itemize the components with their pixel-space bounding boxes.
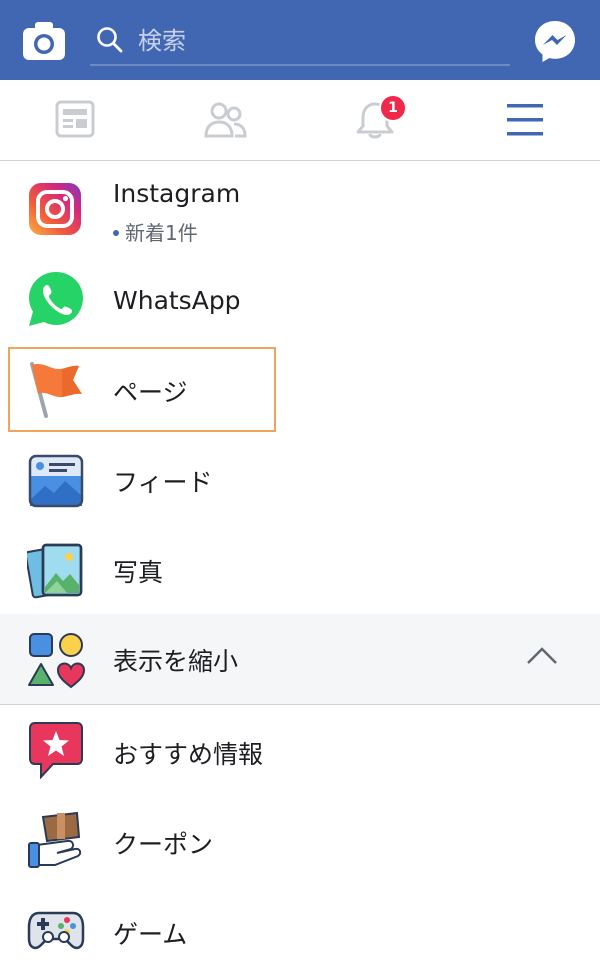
menu-item-label: WhatsApp (113, 286, 241, 315)
chevron-up-icon[interactable] (526, 646, 558, 666)
menu-item-recommendations[interactable]: おすすめ情報 (0, 705, 600, 795)
menu-item-games[interactable]: ゲーム (0, 885, 600, 975)
menu-item-label: 写真 (113, 558, 164, 587)
collapse-label: 表示を縮小 (113, 647, 239, 676)
tab-menu[interactable] (450, 80, 600, 160)
friends-icon (204, 102, 247, 138)
camera-icon[interactable] (23, 22, 65, 60)
tab-news-feed[interactable] (0, 80, 150, 160)
photos-icon (27, 543, 83, 599)
feed-icon (28, 454, 84, 508)
menu-icon (507, 104, 543, 136)
top-bar (0, 0, 600, 80)
tab-friends[interactable] (150, 80, 300, 160)
menu-item-feed[interactable]: フィード (0, 433, 600, 523)
news-feed-icon (55, 100, 95, 138)
tab-notifications[interactable]: 1 (300, 80, 450, 160)
notification-badge: 1 (379, 94, 407, 122)
search-bar[interactable] (90, 18, 510, 66)
instagram-icon (29, 183, 81, 235)
new-count-text: 新着1件 (125, 221, 198, 245)
new-dot (113, 229, 119, 236)
coupon-icon (28, 811, 82, 868)
collapse-row[interactable]: 表示を縮小 (0, 614, 600, 705)
menu-item-label: おすすめ情報 (113, 740, 264, 769)
menu-item-label: クーポン (113, 830, 214, 859)
highlighted-item-outline (8, 347, 276, 432)
messenger-icon[interactable] (533, 19, 577, 63)
menu-item-photos[interactable]: 写真 (0, 523, 600, 613)
menu-item-subtext: 新着1件 (113, 217, 198, 246)
search-input[interactable] (136, 22, 500, 60)
gamepad-icon (27, 911, 85, 950)
recommendations-icon (29, 722, 83, 779)
menu-item-label: Instagram (113, 179, 241, 208)
shapes-icon (28, 633, 85, 689)
search-icon (97, 27, 123, 53)
menu-item-label: フィード (113, 468, 213, 497)
tab-bar: 1 (0, 80, 600, 161)
whatsapp-icon (29, 272, 83, 326)
menu-item-whatsapp[interactable]: WhatsApp (0, 256, 600, 346)
menu-item-instagram[interactable]: Instagram 新着1件 (0, 161, 600, 251)
menu-item-coupons[interactable]: クーポン (0, 795, 600, 885)
menu-item-label: ゲーム (113, 920, 188, 949)
